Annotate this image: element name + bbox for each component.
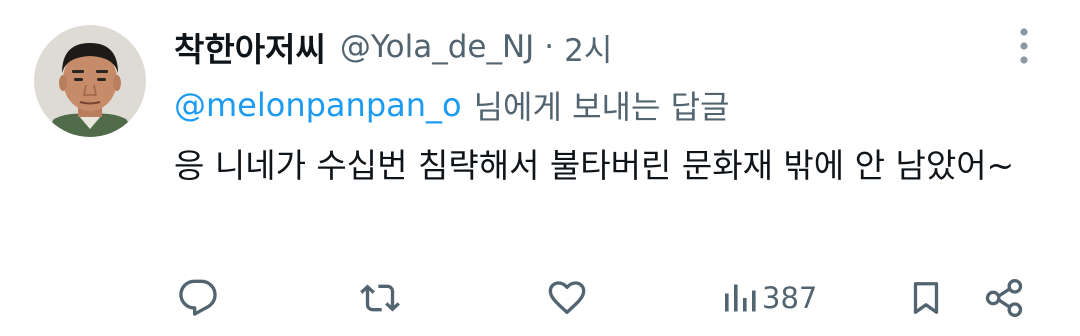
views-chart-icon [725, 284, 756, 312]
share-button[interactable] [984, 268, 1024, 328]
avatar-image [34, 25, 146, 137]
views-button[interactable]: 387 [722, 268, 817, 328]
heart-icon [548, 281, 586, 314]
separator-dot: · [544, 29, 555, 65]
more-vertical-icon [1020, 28, 1028, 64]
tweet-header: 착한아저씨 @Yola_de_NJ · 2시 [174, 20, 612, 74]
action-bar: 387 [0, 268, 1080, 328]
reply-button[interactable] [178, 268, 218, 328]
display-name[interactable]: 착한아저씨 [174, 23, 326, 71]
avatar[interactable] [34, 25, 146, 137]
view-count: 387 [762, 281, 818, 315]
tweet-text: 응 니네가 수십번 침략해서 불타버린 문화재 밖에 안 남았어~ [174, 146, 1015, 185]
more-options-button[interactable] [1006, 24, 1042, 68]
reply-context-label: 님에게 보내는 답글 [473, 88, 730, 126]
like-button[interactable] [547, 268, 587, 328]
user-handle[interactable]: @Yola_de_NJ [340, 29, 534, 65]
reply-context: @melonpanpan_o 님에게 보내는 답글 [174, 80, 729, 130]
retweet-icon [360, 284, 400, 312]
reply-icon [179, 279, 217, 316]
share-icon [985, 278, 1023, 318]
bookmark-button[interactable] [908, 268, 944, 328]
mention-link[interactable]: @melonpanpan_o [174, 86, 462, 124]
retweet-button[interactable] [358, 268, 402, 328]
bookmark-icon [913, 282, 939, 314]
timestamp[interactable]: 2시 [564, 25, 612, 70]
